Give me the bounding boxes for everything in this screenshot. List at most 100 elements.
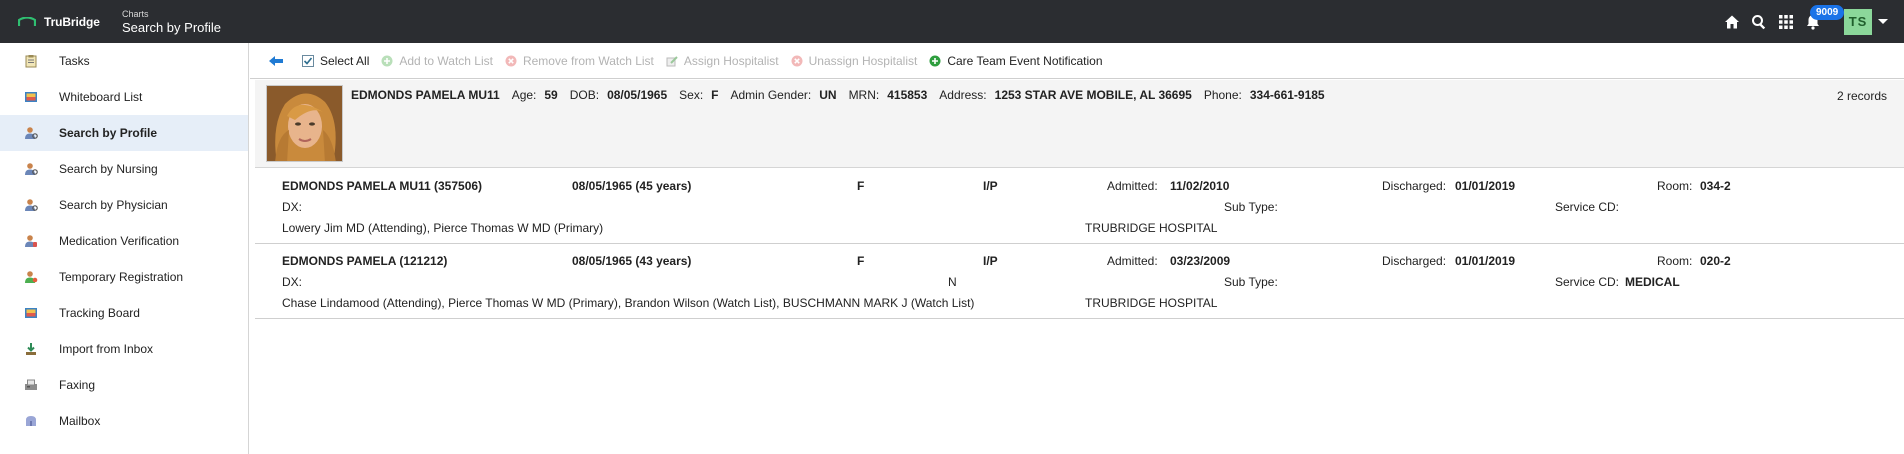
mrn-label: MRN: bbox=[848, 88, 880, 102]
sidebar-item-faxing[interactable]: Faxing bbox=[0, 367, 248, 403]
room-label: Room: bbox=[1657, 179, 1693, 193]
discharged-label: Discharged: bbox=[1382, 179, 1447, 193]
import-icon bbox=[24, 342, 38, 356]
medication-icon bbox=[24, 234, 38, 248]
address-value: 1253 STAR AVE MOBILE, AL 36695 bbox=[994, 88, 1192, 102]
physician-icon bbox=[24, 198, 38, 212]
sidebar-item-import-from-inbox[interactable]: Import from Inbox bbox=[0, 331, 248, 367]
sidebar-item-label: Search by Nursing bbox=[59, 162, 158, 176]
home-button[interactable] bbox=[1719, 9, 1745, 35]
service-cd-value: MEDICAL bbox=[1625, 275, 1680, 289]
sidebar-item-label: Medication Verification bbox=[59, 234, 180, 248]
sidebar-item-label: Faxing bbox=[59, 378, 96, 392]
visit-sex: F bbox=[857, 254, 865, 268]
toolbar: Select All Add to Watch List Remove from… bbox=[250, 43, 1904, 79]
apps-grid-icon bbox=[1779, 14, 1793, 29]
assign-edit-icon bbox=[666, 55, 678, 67]
sidebar-item-tracking-board[interactable]: Tracking Board bbox=[0, 295, 248, 331]
mrn-value: 415853 bbox=[887, 88, 928, 102]
phone-label: Phone: bbox=[1203, 88, 1242, 102]
logo-text: TruBridge bbox=[44, 14, 100, 29]
sidebar-item-label: Search by Physician bbox=[59, 198, 168, 212]
care-team-event-notification-label: Care Team Event Notification bbox=[947, 53, 1103, 68]
sidebar-item-label: Whiteboard List bbox=[59, 90, 143, 104]
unassign-hospitalist-button[interactable]: Unassign Hospitalist bbox=[791, 54, 917, 68]
patient-photo bbox=[266, 85, 343, 162]
sidebar-item-medication-verification[interactable]: Medication Verification bbox=[0, 223, 248, 259]
visit-facility: TRUBRIDGE HOSPITAL bbox=[1085, 296, 1218, 310]
room-value: 034-2 bbox=[1700, 179, 1731, 193]
admitted-label: Admitted: bbox=[1107, 179, 1158, 193]
sidebar-item-label: Import from Inbox bbox=[59, 342, 154, 356]
dx-label: DX: bbox=[282, 200, 303, 214]
unassign-circle-icon bbox=[791, 55, 803, 67]
age-label: Age: bbox=[511, 88, 537, 102]
sub-type-label: Sub Type: bbox=[1224, 275, 1278, 289]
assign-hospitalist-label: Assign Hospitalist bbox=[683, 53, 779, 68]
add-to-watch-list-button[interactable]: Add to Watch List bbox=[381, 54, 493, 68]
sidebar-item-search-by-profile[interactable]: Search by Profile bbox=[0, 115, 248, 151]
sidebar-item-tasks[interactable]: Tasks bbox=[0, 43, 248, 79]
breadcrumb-parent[interactable]: Charts bbox=[122, 9, 221, 19]
search-button[interactable] bbox=[1746, 9, 1772, 35]
select-all-label: Select All bbox=[320, 53, 370, 68]
admin-gender-value: UN bbox=[819, 88, 837, 102]
visit-sex: F bbox=[857, 179, 865, 193]
main-content: Select All Add to Watch List Remove from… bbox=[250, 43, 1904, 454]
record-count: 2 records bbox=[1836, 89, 1887, 103]
discharged-date: 01/01/2019 bbox=[1455, 179, 1516, 193]
service-cd-label: Service CD: bbox=[1555, 200, 1620, 214]
back-button[interactable] bbox=[268, 53, 284, 69]
sidebar-item-search-by-nursing[interactable]: Search by Nursing bbox=[0, 151, 248, 187]
remove-circle-icon bbox=[505, 55, 517, 67]
sidebar-item-search-by-physician[interactable]: Search by Physician bbox=[0, 187, 248, 223]
add-circle-icon bbox=[381, 55, 393, 67]
top-bar: TruBridge Charts Search by Profile 9009 … bbox=[0, 0, 1904, 43]
dob-label: DOB: bbox=[569, 88, 600, 102]
sidebar-item-mailbox[interactable]: Mailbox bbox=[0, 403, 248, 439]
visit-dob-age: 08/05/1965 (45 years) bbox=[572, 179, 692, 193]
sidebar-item-whiteboard-list[interactable]: Whiteboard List bbox=[0, 79, 248, 115]
search-icon bbox=[1752, 14, 1766, 29]
back-arrow-icon bbox=[269, 55, 283, 66]
room-label: Room: bbox=[1657, 254, 1693, 268]
person-search-icon bbox=[24, 126, 38, 140]
sidebar-item-label: Tracking Board bbox=[59, 306, 140, 320]
add-to-watch-list-label: Add to Watch List bbox=[399, 53, 493, 68]
mailbox-icon bbox=[24, 414, 38, 428]
visit-patient-name[interactable]: EDMONDS PAMELA MU11 (357506) bbox=[282, 179, 482, 193]
user-menu-chevron-down-icon[interactable] bbox=[1878, 19, 1888, 24]
sidebar: Tasks Whiteboard List Search by Profile … bbox=[0, 43, 249, 454]
care-team-event-notification-button[interactable]: Care Team Event Notification bbox=[929, 53, 1103, 68]
address-label: Address: bbox=[939, 88, 987, 102]
notification-count-badge: 9009 bbox=[1810, 4, 1845, 20]
age-value: 59 bbox=[544, 88, 558, 102]
admin-gender-label: Admin Gender: bbox=[730, 88, 812, 102]
patient-demographics: EDMONDS PAMELA MU11 Age: 59 DOB: 08/05/1… bbox=[351, 88, 1337, 102]
app-logo[interactable]: TruBridge bbox=[18, 15, 122, 29]
fax-icon bbox=[24, 378, 38, 392]
visit-providers: Chase Lindamood (Attending), Pierce Thom… bbox=[282, 296, 975, 310]
sidebar-item-label: Temporary Registration bbox=[59, 270, 184, 284]
admitted-date: 11/02/2010 bbox=[1170, 179, 1230, 193]
sidebar-item-temporary-registration[interactable]: Temporary Registration bbox=[0, 259, 248, 295]
visit-patient-name[interactable]: EDMONDS PAMELA (121212) bbox=[282, 254, 447, 268]
dx-flag: N bbox=[948, 275, 957, 289]
sex-value: F bbox=[711, 88, 719, 102]
discharged-date: 01/01/2019 bbox=[1455, 254, 1516, 268]
visit-type: I/P bbox=[983, 254, 998, 268]
apps-button[interactable] bbox=[1773, 9, 1799, 35]
patient-name: EDMONDS PAMELA MU11 bbox=[351, 88, 500, 102]
user-avatar[interactable]: TS bbox=[1844, 8, 1872, 35]
phone-value: 334-661-9185 bbox=[1249, 88, 1325, 102]
visit-row[interactable]: EDMONDS PAMELA (121212) 08/05/1965 (43 y… bbox=[255, 244, 1904, 319]
patient-header: EDMONDS PAMELA MU11 Age: 59 DOB: 08/05/1… bbox=[255, 80, 1904, 168]
notifications-button[interactable]: 9009 bbox=[1800, 4, 1845, 35]
assign-hospitalist-button[interactable]: Assign Hospitalist bbox=[666, 54, 779, 68]
remove-from-watch-list-button[interactable]: Remove from Watch List bbox=[505, 54, 654, 68]
visit-row[interactable]: EDMONDS PAMELA MU11 (357506) 08/05/1965 … bbox=[255, 169, 1904, 244]
trubridge-logo-icon bbox=[18, 16, 36, 26]
select-all-checkbox[interactable]: Select All bbox=[302, 54, 369, 68]
visit-providers: Lowery Jim MD (Attending), Pierce Thomas… bbox=[282, 221, 604, 235]
whiteboard-icon bbox=[24, 90, 38, 104]
